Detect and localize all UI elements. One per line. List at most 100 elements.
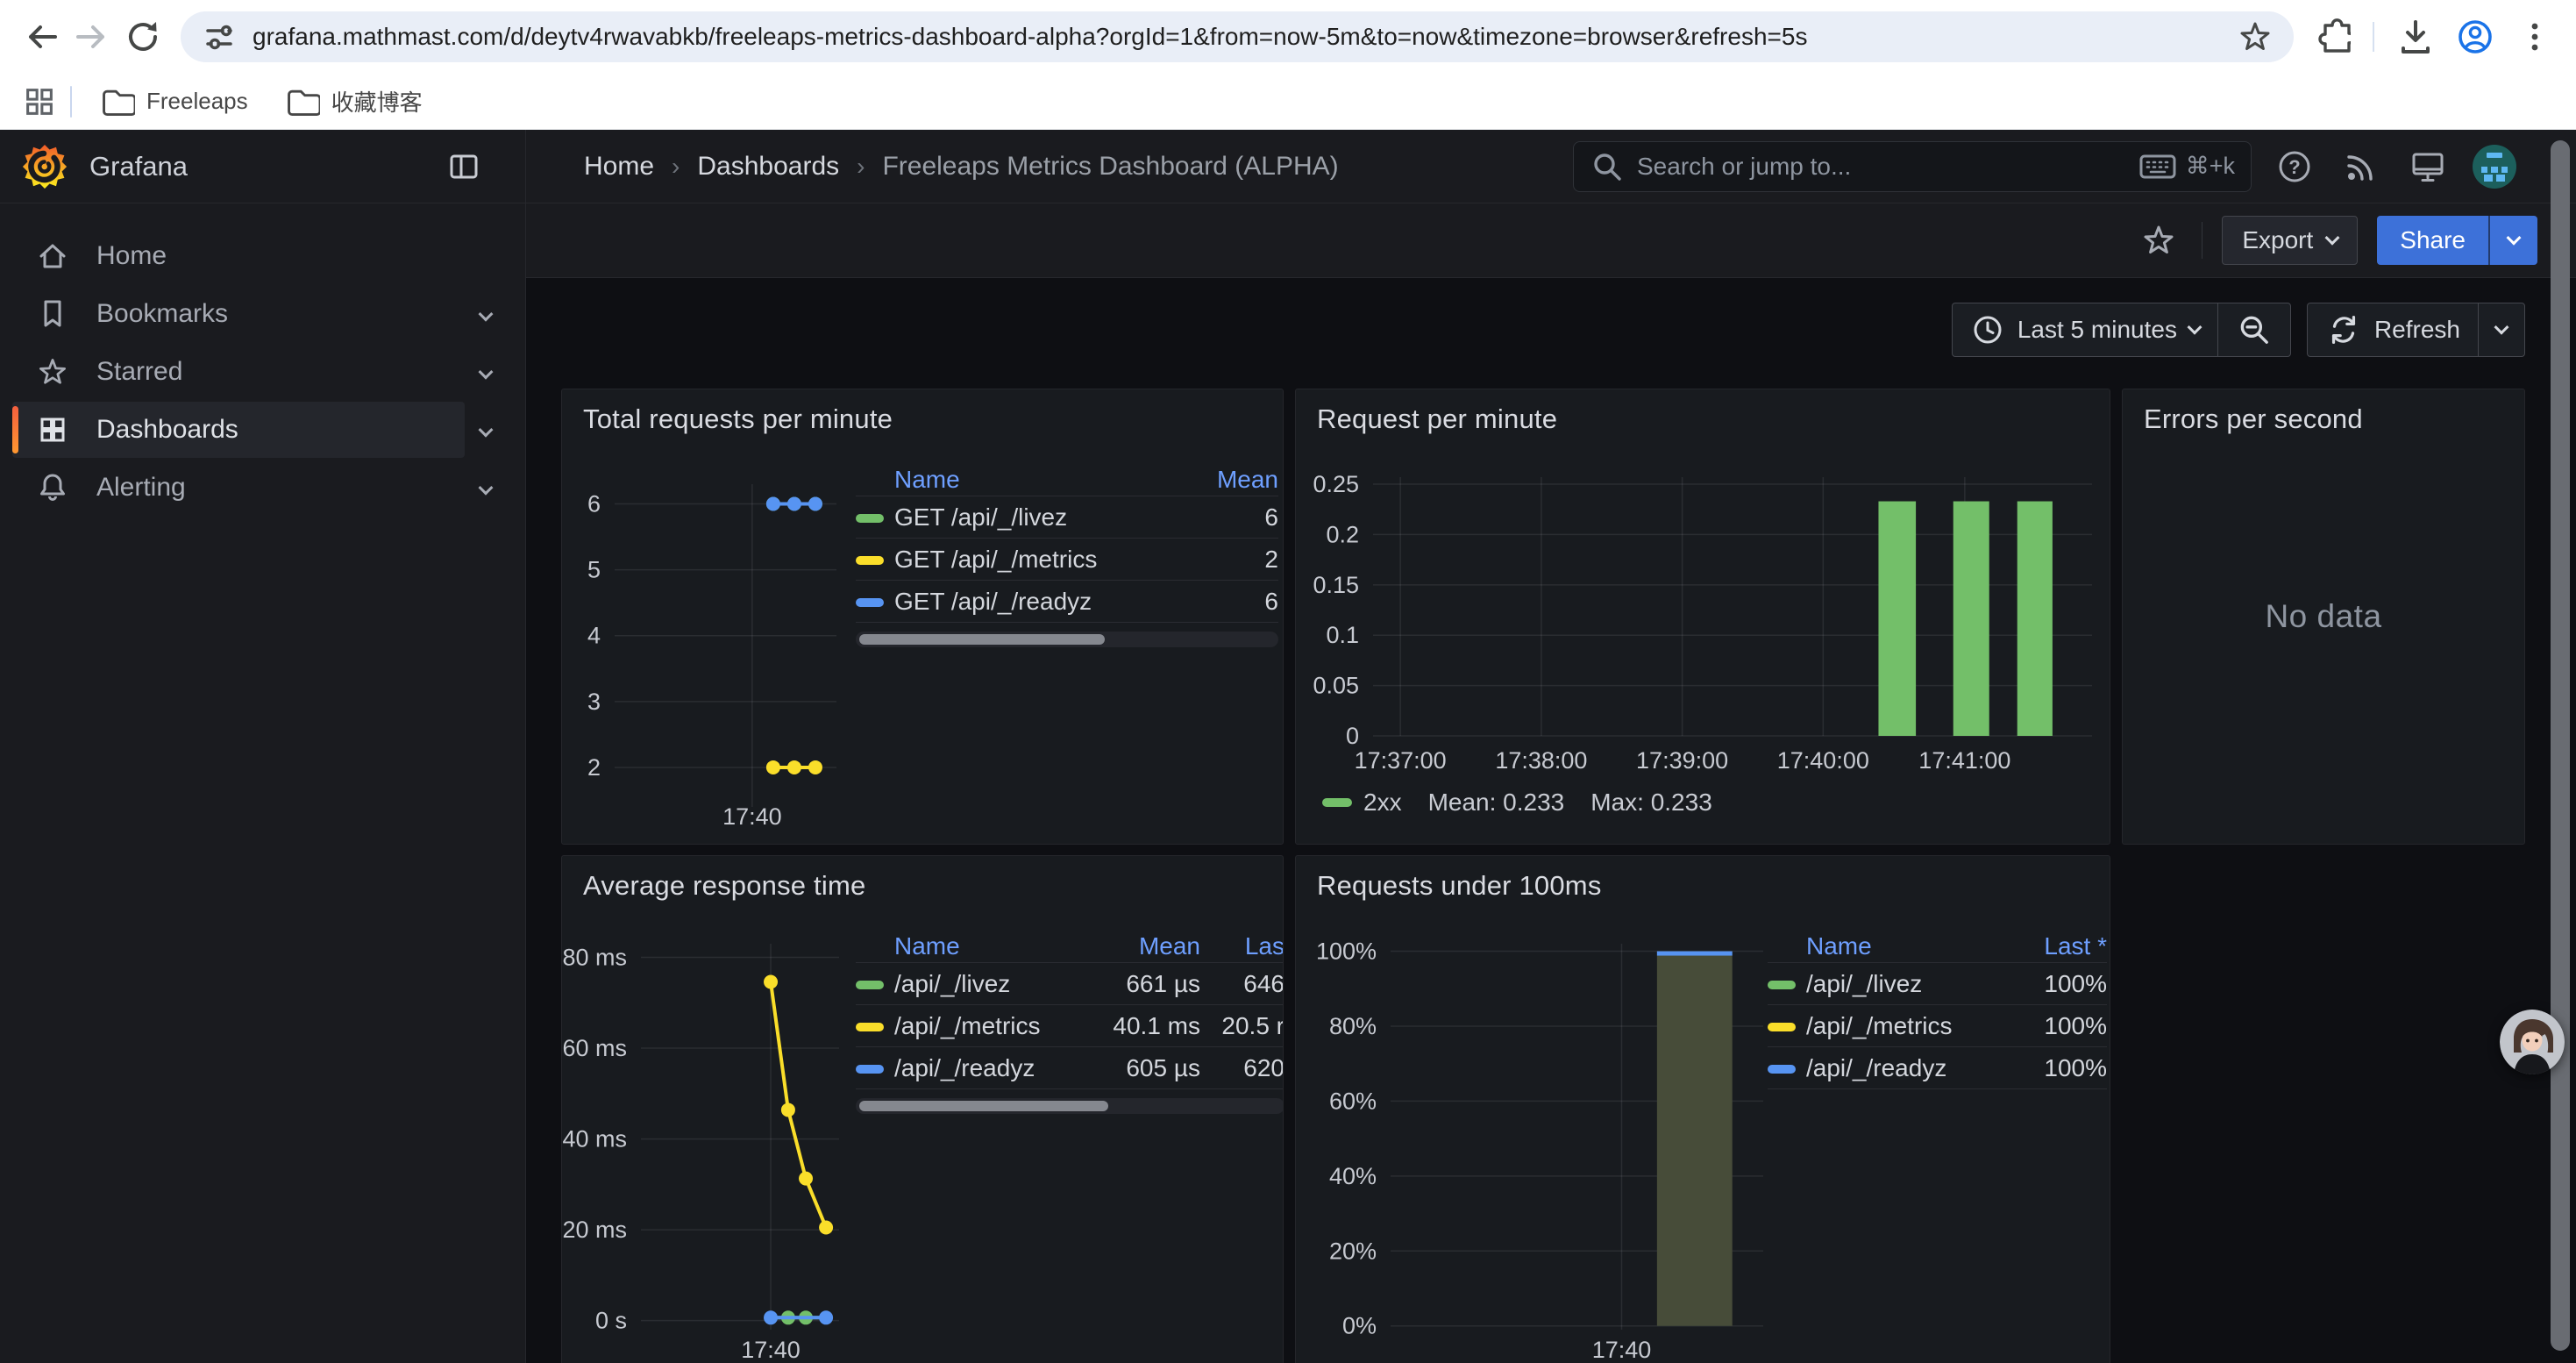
legend-column-header[interactable]: Las — [1200, 932, 1284, 960]
url-text[interactable]: grafana.mathmast.com/d/deytv4rwavabkb/fr… — [253, 23, 2222, 51]
panel-title[interactable]: Average response time — [583, 870, 865, 902]
monitor-icon — [2409, 147, 2447, 186]
sidebar-item-label: Home — [96, 241, 167, 271]
legend-row[interactable]: /api/_/metrics100% — [1768, 1005, 2107, 1047]
search-input[interactable] — [1637, 153, 2126, 181]
time-picker-group: Last 5 minutes — [1952, 303, 2291, 357]
panel-average-response-time: 80 ms60 ms40 ms20 ms0 s17:40 Average res… — [561, 855, 1284, 1363]
reload-button[interactable] — [117, 11, 168, 62]
legend-column-header[interactable]: Name — [1806, 932, 2010, 960]
vertical-scrollbar[interactable] — [2551, 140, 2570, 1351]
panel-title[interactable]: Requests under 100ms — [1317, 870, 1602, 902]
sidebar-item-home[interactable]: Home — [12, 228, 465, 284]
legend-column-header[interactable]: Last * — [2010, 932, 2107, 960]
panel-title[interactable]: Request per minute — [1317, 403, 1557, 435]
legend-row[interactable]: GET /api/_/metrics2 — [856, 539, 1278, 581]
legend-table-header: NameLast * — [1768, 930, 2107, 963]
downloads-button[interactable] — [2390, 11, 2441, 62]
bookmark-page-button[interactable] — [2236, 18, 2274, 56]
sidebar-collapse-button[interactable] — [446, 149, 481, 184]
legend-row[interactable]: GET /api/_/livez6 — [856, 496, 1278, 539]
legend-row[interactable]: /api/_/metrics40.1 ms20.5 r — [856, 1005, 1284, 1047]
legend-cell: /api/_/livez — [1806, 970, 2010, 998]
assistant-avatar[interactable] — [2500, 1010, 2565, 1074]
legend-row[interactable]: /api/_/readyz100% — [1768, 1047, 2107, 1089]
series-color-chip — [1768, 1065, 1796, 1074]
breadcrumb-home[interactable]: Home — [584, 152, 654, 182]
sidebar-item-alerting[interactable]: Alerting — [12, 460, 465, 516]
refresh-group: Refresh — [2307, 303, 2525, 357]
profile-button[interactable] — [2450, 11, 2501, 62]
y-tick-label: 4 — [587, 623, 601, 649]
sidebar-item-dashboards[interactable]: Dashboards — [12, 402, 465, 458]
share-dropdown-button[interactable] — [2488, 216, 2537, 265]
legend-row[interactable]: /api/_/readyz605 µs620 — [856, 1047, 1284, 1089]
sidebar: Grafana Home Bookmarks Starred — [0, 130, 526, 1363]
apps-button[interactable] — [18, 80, 61, 124]
legend-row[interactable]: GET /api/_/readyz6 — [856, 581, 1278, 623]
legend-cell: /api/_/livez — [894, 970, 1069, 998]
panel-title[interactable]: Total requests per minute — [583, 403, 893, 435]
sidebar-item-starred[interactable]: Starred — [12, 344, 465, 400]
breadcrumb-dashboards[interactable]: Dashboards — [697, 152, 839, 182]
y-tick-label: 0 s — [595, 1308, 627, 1334]
legend-column-header[interactable]: Mean — [1173, 466, 1278, 494]
y-tick-label: 100% — [1316, 938, 1377, 965]
y-tick-label: 3 — [587, 689, 601, 715]
legend-scrollbar[interactable] — [856, 1098, 1284, 1114]
legend-row[interactable]: /api/_/livez100% — [1768, 963, 2107, 1005]
legend-row[interactable]: /api/_/livez661 µs646 — [856, 963, 1284, 1005]
x-tick-label: 17:40:00 — [1777, 747, 1869, 774]
bookmark-folder-blogs[interactable]: 收藏博客 — [271, 77, 437, 126]
export-button[interactable]: Export — [2222, 216, 2358, 265]
legend-scrollbar-thumb[interactable] — [859, 634, 1105, 645]
series-point — [766, 760, 780, 774]
legend-scrollbar-thumb[interactable] — [859, 1101, 1108, 1111]
chevron-down-icon[interactable] — [480, 415, 491, 445]
panel-errors-per-second: Errors per second No data — [2122, 389, 2525, 845]
bookmark-label: 收藏博客 — [331, 85, 423, 118]
series-color-chip — [856, 556, 884, 565]
chevron-down-icon[interactable] — [480, 473, 491, 503]
y-tick-label: 0% — [1342, 1313, 1377, 1339]
legend-item[interactable]: Max: 0.233 — [1590, 789, 1712, 817]
share-button[interactable]: Share — [2377, 216, 2488, 265]
brand-name[interactable]: Grafana — [89, 151, 188, 182]
series-color-chip — [856, 598, 884, 607]
news-button[interactable] — [2338, 143, 2385, 190]
forward-button[interactable] — [67, 11, 117, 62]
zoom-out-button[interactable] — [2218, 303, 2290, 356]
legend-cell: GET /api/_/livez — [894, 503, 1173, 532]
legend-column-header[interactable]: Name — [894, 466, 1173, 494]
bar-cap — [1657, 952, 1733, 956]
time-range-picker[interactable]: Last 5 minutes — [1953, 303, 2217, 356]
legend-column-header[interactable]: Mean — [1069, 932, 1200, 960]
search-box[interactable]: ⌘+k — [1573, 141, 2252, 192]
legend-cell: 20.5 r — [1200, 1012, 1284, 1040]
back-button[interactable] — [16, 11, 67, 62]
refresh-interval-dropdown[interactable] — [2479, 303, 2524, 356]
bookmark-folder-freeleaps[interactable]: Freeleaps — [86, 77, 262, 126]
url-bar[interactable]: grafana.mathmast.com/d/deytv4rwavabkb/fr… — [181, 11, 2294, 62]
chevron-down-icon[interactable] — [480, 357, 491, 387]
legend-item[interactable]: 2xx — [1322, 789, 1402, 817]
star-dashboard-button[interactable] — [2135, 217, 2182, 264]
y-tick-label: 40 ms — [562, 1126, 627, 1152]
user-avatar[interactable] — [2471, 143, 2518, 190]
series-chip-cell — [856, 1054, 894, 1082]
legend-scrollbar[interactable] — [856, 632, 1278, 647]
legend-item[interactable]: Mean: 0.233 — [1428, 789, 1565, 817]
extensions-button[interactable] — [2306, 11, 2357, 62]
browser-menu-button[interactable] — [2509, 11, 2560, 62]
chevron-down-icon[interactable] — [480, 299, 491, 329]
series-point — [787, 497, 801, 511]
refresh-button[interactable]: Refresh — [2308, 303, 2478, 356]
help-button[interactable]: ? — [2271, 143, 2318, 190]
time-controls: Last 5 minutes Refresh — [1952, 303, 2525, 357]
kiosk-mode-button[interactable] — [2404, 143, 2451, 190]
sidebar-item-bookmarks[interactable]: Bookmarks — [12, 286, 465, 342]
legend-column-header[interactable]: Name — [894, 932, 1069, 960]
browser-toolbar: grafana.mathmast.com/d/deytv4rwavabkb/fr… — [0, 0, 2576, 74]
share-split-button: Share — [2377, 216, 2537, 265]
bookmark-label: Freeleaps — [146, 88, 248, 115]
